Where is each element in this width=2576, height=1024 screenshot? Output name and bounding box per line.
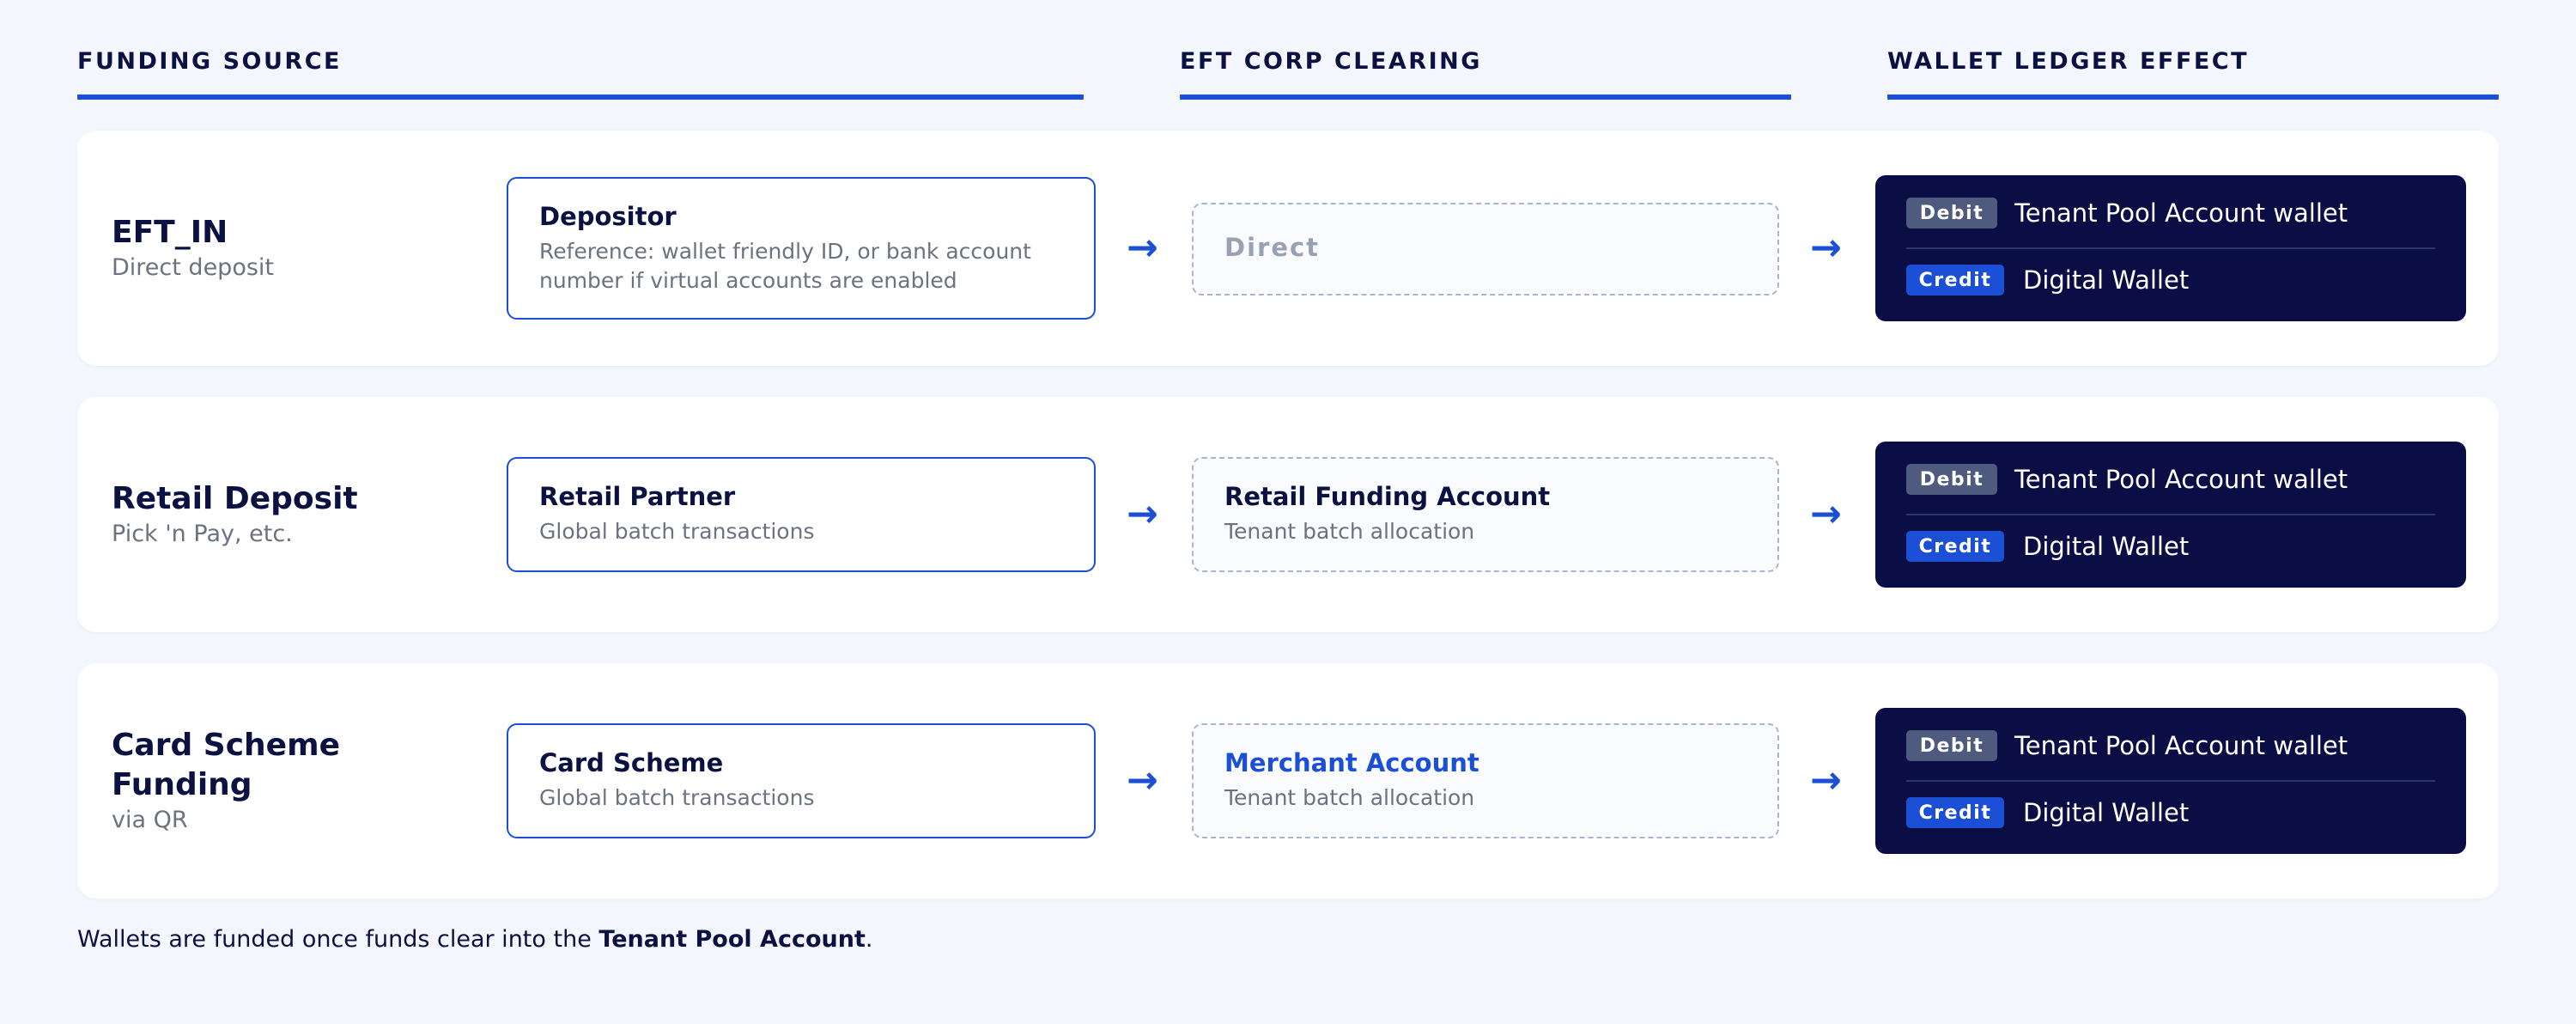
- clearing-title: Retail Funding Account: [1224, 482, 1551, 511]
- funding-source: EFT_IN Direct deposit: [112, 131, 481, 366]
- credit-entry: Credit Digital Wallet: [1906, 265, 2189, 296]
- source-title: EFT_IN: [112, 215, 228, 250]
- credit-account: Digital Wallet: [2023, 798, 2190, 827]
- ledger-effect-card: Debit Tenant Pool Account wallet Credit …: [1875, 442, 2466, 588]
- column-headers: FUNDING SOURCE EFT CORP CLEARING WALLET …: [0, 0, 2576, 103]
- flow-row-card-scheme-funding: Card Scheme Funding via QR Card Scheme G…: [77, 663, 2499, 899]
- credit-entry: Credit Digital Wallet: [1906, 797, 2189, 828]
- funding-source-rule: [77, 94, 1084, 100]
- party-box: Depositor Reference: wallet friendly ID,…: [507, 177, 1096, 320]
- source-subtitle: Pick 'n Pay, etc.: [112, 521, 293, 547]
- credit-badge: Credit: [1906, 265, 2004, 296]
- arrow-right-icon: →: [1810, 226, 1842, 270]
- arrow-right-icon: →: [1127, 759, 1158, 802]
- debit-badge: Debit: [1906, 198, 1997, 229]
- credit-entry: Credit Digital Wallet: [1906, 531, 2189, 562]
- funding-source-header: FUNDING SOURCE: [77, 48, 342, 75]
- credit-badge: Credit: [1906, 531, 2004, 562]
- clearing-box: Direct: [1192, 203, 1779, 296]
- party-description: Global batch transactions: [539, 785, 815, 810]
- flow-row-eft-in: EFT_IN Direct deposit Depositor Referenc…: [77, 131, 2499, 366]
- credit-account: Digital Wallet: [2023, 532, 2190, 561]
- debit-entry: Debit Tenant Pool Account wallet: [1906, 464, 2348, 495]
- ledger-divider: [1906, 780, 2435, 782]
- arrow-right-icon: →: [1810, 759, 1842, 802]
- source-title: Card Scheme Funding: [112, 728, 341, 802]
- source-title: Retail Deposit: [112, 481, 358, 516]
- footer-prefix: Wallets are funded once funds clear into…: [77, 926, 599, 953]
- footer-note: Wallets are funded once funds clear into…: [77, 926, 872, 953]
- debit-badge: Debit: [1906, 730, 1997, 761]
- debit-account: Tenant Pool Account wallet: [2014, 465, 2348, 494]
- ledger-divider: [1906, 514, 2435, 515]
- clearing-description: Tenant batch allocation: [1224, 785, 1475, 810]
- debit-badge: Debit: [1906, 464, 1997, 495]
- wallet-ledger-effect-rule: [1887, 94, 2499, 100]
- party-title: Retail Partner: [539, 482, 736, 511]
- arrow-right-icon: →: [1810, 492, 1842, 536]
- eft-corp-clearing-rule: [1180, 94, 1791, 100]
- clearing-box: Merchant Account Tenant batch allocation: [1192, 723, 1779, 838]
- eft-corp-clearing-header: EFT CORP CLEARING: [1180, 48, 1482, 75]
- clearing-title: Merchant Account: [1224, 748, 1479, 777]
- flow-row-retail-deposit: Retail Deposit Pick 'n Pay, etc. Retail …: [77, 397, 2499, 632]
- funding-source: Card Scheme Funding via QR: [112, 663, 481, 899]
- credit-badge: Credit: [1906, 797, 2004, 828]
- arrow-right-icon: →: [1127, 226, 1158, 270]
- ledger-effect-card: Debit Tenant Pool Account wallet Credit …: [1875, 708, 2466, 854]
- ledger-divider: [1906, 247, 2435, 249]
- footer-suffix: .: [865, 926, 873, 953]
- arrow-right-icon: →: [1127, 492, 1158, 536]
- credit-account: Digital Wallet: [2023, 265, 2190, 295]
- clearing-description: Tenant batch allocation: [1224, 519, 1475, 544]
- party-description: Reference: wallet friendly ID, or bank a…: [539, 239, 1031, 293]
- party-box: Retail Partner Global batch transactions: [507, 457, 1096, 572]
- wallet-ledger-effect-header: WALLET LEDGER EFFECT: [1887, 48, 2249, 75]
- debit-entry: Debit Tenant Pool Account wallet: [1906, 730, 2348, 761]
- party-description: Global batch transactions: [539, 519, 815, 544]
- party-box: Card Scheme Global batch transactions: [507, 723, 1096, 838]
- source-subtitle: via QR: [112, 807, 188, 833]
- debit-entry: Debit Tenant Pool Account wallet: [1906, 198, 2348, 229]
- clearing-box: Retail Funding Account Tenant batch allo…: [1192, 457, 1779, 572]
- funding-source: Retail Deposit Pick 'n Pay, etc.: [112, 397, 481, 632]
- party-title: Card Scheme: [539, 748, 724, 777]
- footer-emphasis: Tenant Pool Account: [598, 926, 866, 953]
- ledger-effect-card: Debit Tenant Pool Account wallet Credit …: [1875, 175, 2466, 321]
- debit-account: Tenant Pool Account wallet: [2014, 198, 2348, 228]
- source-subtitle: Direct deposit: [112, 254, 274, 281]
- party-title: Depositor: [539, 202, 677, 231]
- clearing-title: Direct: [1224, 233, 1321, 262]
- debit-account: Tenant Pool Account wallet: [2014, 731, 2348, 760]
